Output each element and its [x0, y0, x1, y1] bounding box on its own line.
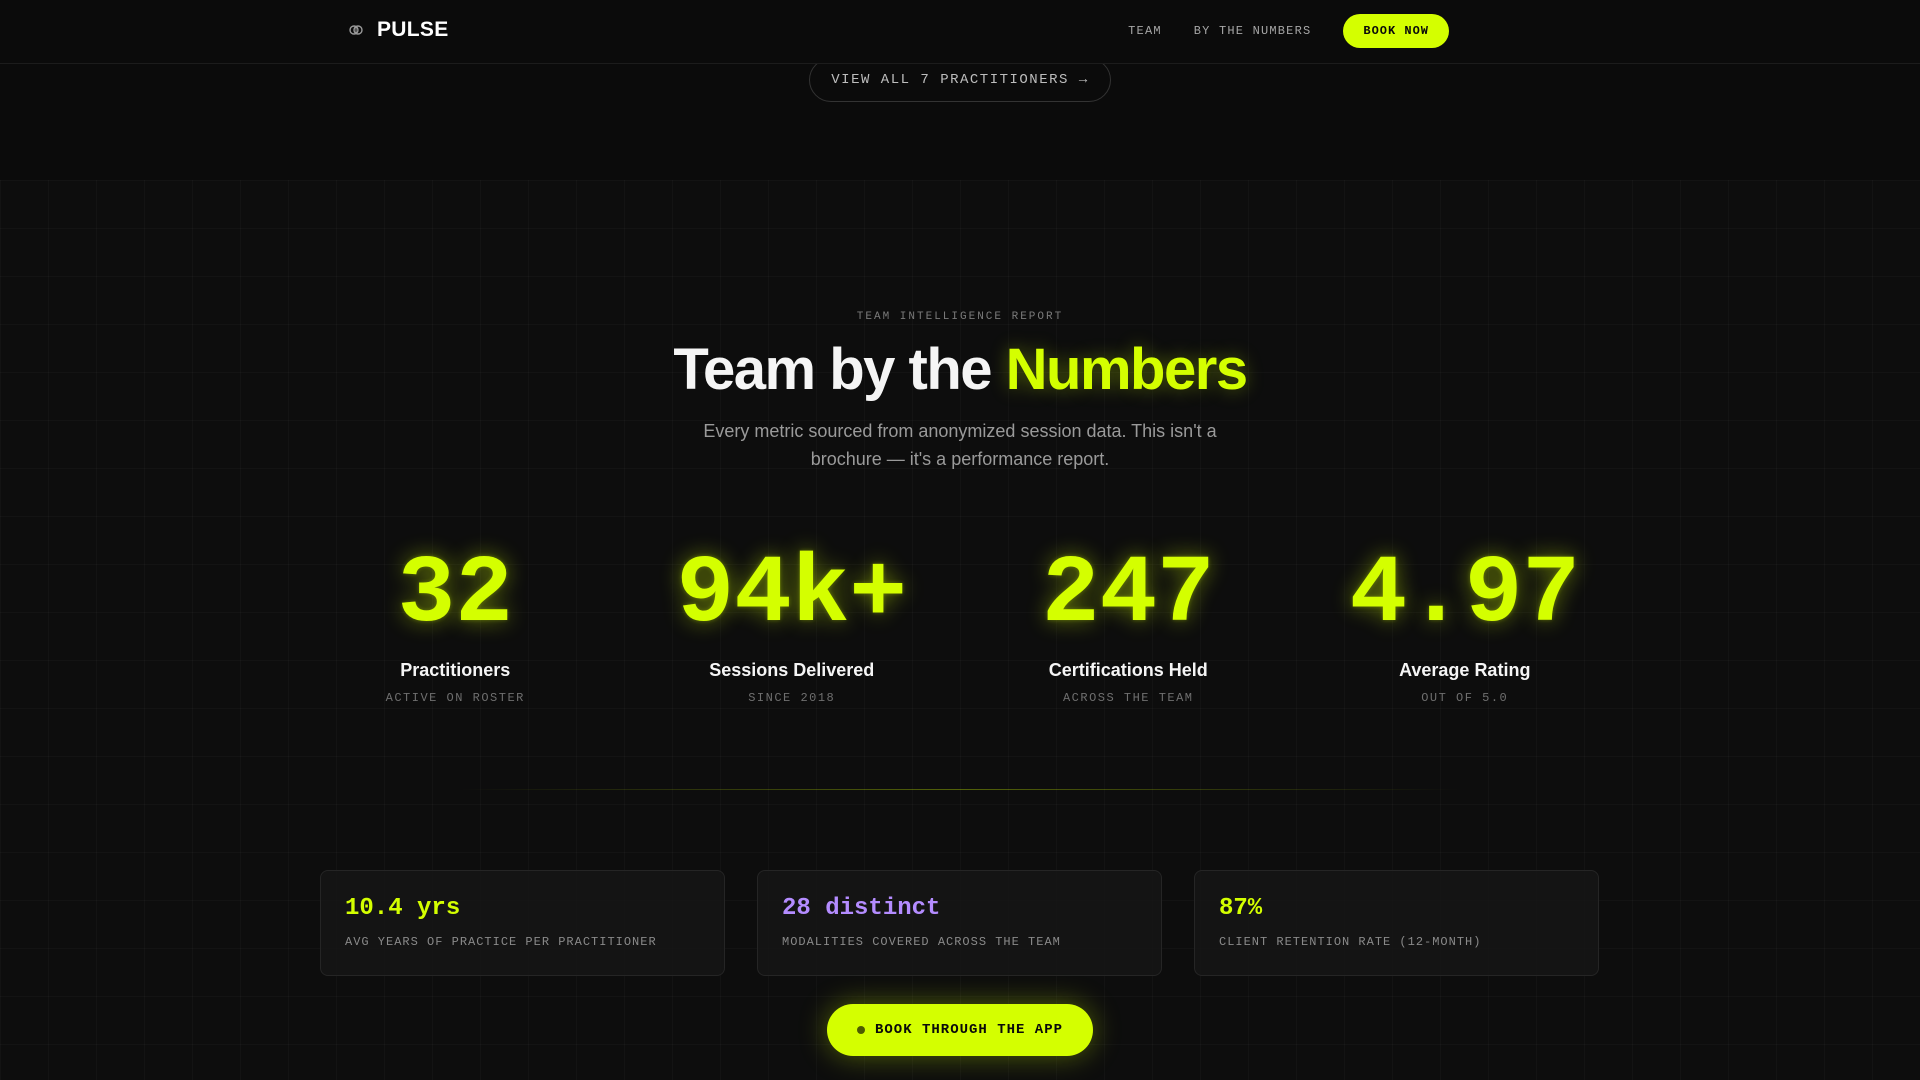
metric-cards: 10.4 yrs AVG YEARS OF PRACTICE PER PRACT… [320, 870, 1599, 976]
stat-label: Average Rating [1399, 660, 1531, 680]
page-title: Team by the Numbers [0, 336, 1920, 403]
stat-sublabel: ACROSS THE TEAM [1062, 691, 1194, 705]
title-accent: Numbers [1005, 337, 1248, 402]
section-divider [460, 789, 1460, 790]
brand-logo[interactable]: PULSE [349, 18, 449, 42]
stat-label: Practitioners [400, 660, 511, 680]
card-value: 10.4 yrs [345, 895, 461, 922]
stat-sessions: 94k+ Sessions Delivered SINCE 2018 [624, 540, 961, 705]
top-nav: PULSE TEAM BY THE NUMBERS BOOK NOW [0, 0, 1920, 64]
card-label: AVG YEARS OF PRACTICE PER PRACTITIONER [345, 935, 657, 949]
stat-label: Sessions Delivered [709, 660, 875, 680]
nav-links: TEAM BY THE NUMBERS BOOK NOW [1128, 14, 1449, 48]
card-value: 87% [1219, 895, 1263, 922]
card-value: 28 distinct [782, 895, 941, 922]
stat-sublabel: OUT OF 5.0 [1421, 691, 1509, 705]
view-all-practitioners-button[interactable]: VIEW ALL 7 PRACTITIONERS → [809, 58, 1111, 102]
stat-value: 247 [1041, 540, 1215, 649]
section-eyebrow: TEAM INTELLIGENCE REPORT [856, 311, 1064, 323]
metric-card-modalities: 28 distinct MODALITIES COVERED ACROSS TH… [757, 870, 1162, 976]
dot-icon [856, 1026, 865, 1034]
book-now-button[interactable]: BOOK NOW [1343, 14, 1449, 48]
metric-card-retention: 87% CLIENT RETENTION RATE (12-MONTH) [1194, 870, 1599, 976]
cta-label: BOOK THROUGH THE APP [874, 1022, 1064, 1038]
stat-certifications: 247 Certifications Held ACROSS THE TEAM [960, 540, 1297, 705]
stats-row: 32 Practitioners ACTIVE ON ROSTER 94k+ S… [287, 540, 1633, 705]
brain-icon [349, 25, 363, 35]
nav-link-team[interactable]: TEAM [1128, 14, 1162, 48]
stat-value: 32 [397, 540, 513, 649]
page-subtitle: Every metric sourced from anonymized ses… [703, 421, 1217, 469]
nav-link-by-the-numbers[interactable]: BY THE NUMBERS [1194, 14, 1312, 48]
metric-card-experience: 10.4 yrs AVG YEARS OF PRACTICE PER PRACT… [320, 870, 725, 976]
stat-sublabel: ACTIVE ON ROSTER [385, 691, 525, 705]
brand-name: PULSE [377, 18, 449, 41]
stat-label: Certifications Held [1048, 660, 1208, 680]
stat-practitioners: 32 Practitioners ACTIVE ON ROSTER [287, 540, 624, 705]
stat-sublabel: SINCE 2018 [748, 691, 836, 705]
stat-rating: 4.97 Average Rating OUT OF 5.0 [1297, 540, 1634, 705]
stat-value: 4.97 [1349, 540, 1580, 649]
book-through-app-button[interactable]: BOOK THROUGH THE APP [827, 1004, 1093, 1056]
card-label: CLIENT RETENTION RATE (12-MONTH) [1219, 935, 1482, 949]
title-prefix: Team by the [673, 337, 1006, 402]
card-label: MODALITIES COVERED ACROSS THE TEAM [782, 935, 1061, 949]
stat-value: 94k+ [676, 540, 907, 649]
